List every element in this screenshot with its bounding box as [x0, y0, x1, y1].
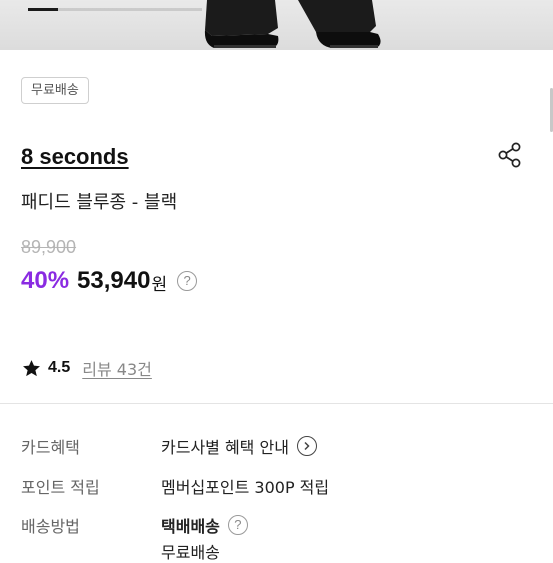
chevron-right-circle-icon[interactable] — [296, 436, 317, 456]
sale-price: 53,940 — [77, 267, 151, 294]
card-benefit-label: 카드혜택 — [21, 438, 80, 457]
points-value: 멤버십포인트 300P 적립 — [161, 478, 330, 497]
product-image[interactable] — [0, 0, 553, 50]
star-icon — [23, 359, 40, 376]
rating-score: 4.5 — [48, 359, 71, 376]
gallery-progress-track — [28, 8, 202, 11]
product-name: 패디드 블루종 - 블랙 — [21, 192, 178, 213]
shipping-label: 배송방법 — [21, 517, 80, 536]
section-divider — [0, 403, 553, 404]
shipping-sub-value: 무료배송 — [161, 543, 220, 562]
review-count-link[interactable]: 리뷰 43건 — [82, 356, 152, 380]
share-icon[interactable] — [495, 140, 525, 170]
card-benefit-link[interactable]: 카드사별 혜택 안내 — [161, 434, 317, 458]
points-label: 포인트 적립 — [21, 478, 100, 497]
card-benefit-value: 카드사별 혜택 안내 — [161, 438, 289, 457]
price-help-icon[interactable]: ? — [177, 271, 198, 291]
original-price: 89,900 — [21, 237, 77, 257]
price-row: 40% 53,940 원 ? — [21, 266, 198, 296]
free-shipping-badge: 무료배송 — [21, 77, 89, 104]
shipping-row: 배송방법 택배배송 ? — [21, 513, 248, 537]
shipping-help-icon[interactable]: ? — [227, 515, 248, 535]
currency-label: 원 — [151, 275, 168, 295]
card-benefit-row: 카드혜택 카드사별 혜택 안내 — [21, 434, 317, 458]
rating-row: 4.5 리뷰 43건 — [22, 356, 152, 380]
shipping-value: 택배배송 — [161, 517, 220, 536]
gallery-progress-fill — [28, 8, 58, 11]
shipping-method: 택배배송 ? — [161, 513, 248, 537]
points-row: 포인트 적립 멤버십포인트 300P 적립 — [21, 474, 329, 498]
discount-rate: 40% — [21, 267, 70, 294]
brand-link[interactable]: 8 seconds — [21, 144, 129, 170]
